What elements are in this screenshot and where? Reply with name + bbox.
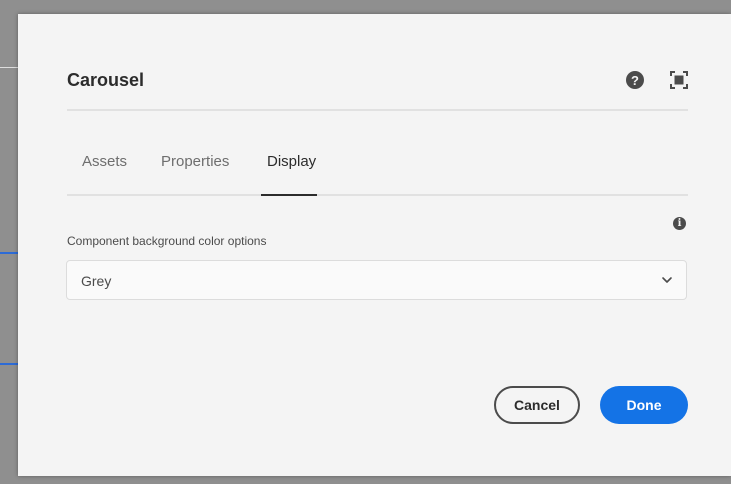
- help-icon[interactable]: ?: [626, 71, 644, 89]
- header-divider: [67, 109, 688, 111]
- fullscreen-icon[interactable]: [669, 70, 689, 90]
- chevron-down-icon: [662, 277, 672, 283]
- select-value: Grey: [81, 273, 112, 289]
- done-button[interactable]: Done: [600, 386, 688, 424]
- cancel-button[interactable]: Cancel: [494, 386, 580, 424]
- backdrop-accent-line: [0, 363, 18, 365]
- dialog-header-actions: ?: [626, 70, 689, 90]
- active-tab-indicator: [261, 194, 317, 196]
- dialog-title: Carousel: [67, 70, 145, 90]
- backdrop-accent-line: [0, 252, 18, 254]
- tab-display[interactable]: Display: [267, 152, 316, 172]
- carousel-dialog: Carousel ? Assets Properties Display i C…: [18, 14, 731, 476]
- info-icon[interactable]: i: [673, 217, 686, 230]
- tab-assets[interactable]: Assets: [82, 152, 127, 172]
- backdrop-divider: [0, 67, 18, 68]
- tab-properties[interactable]: Properties: [161, 152, 229, 172]
- background-color-label: Component background color options: [67, 234, 267, 248]
- background-color-select[interactable]: Grey: [66, 260, 687, 300]
- tab-bar: Assets Properties Display: [67, 138, 688, 196]
